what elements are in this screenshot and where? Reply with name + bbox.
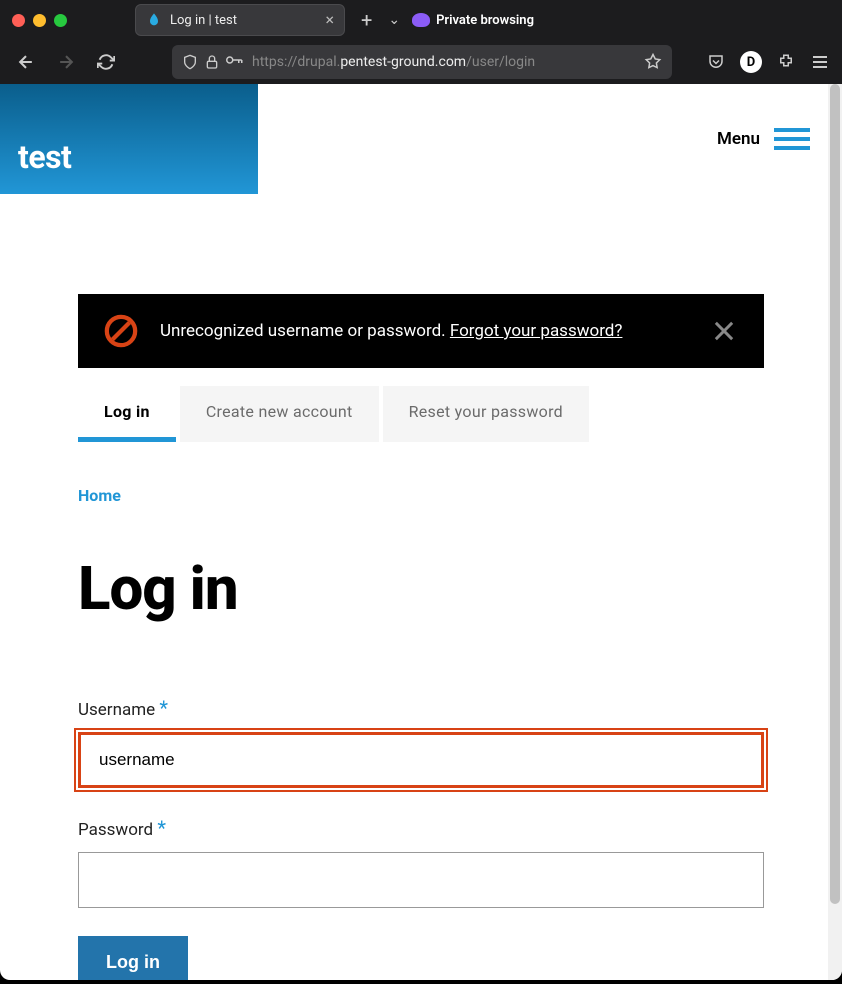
window-close-button[interactable] — [12, 14, 25, 27]
username-input[interactable] — [78, 732, 764, 788]
back-button[interactable] — [12, 48, 40, 76]
shield-icon — [182, 54, 198, 70]
menu-label: Menu — [717, 129, 760, 149]
main-content: Unrecognized username or password. Forgo… — [0, 194, 842, 980]
site-header: test Menu — [0, 84, 842, 194]
username-label: Username * — [78, 696, 764, 720]
app-menu-icon[interactable] — [810, 52, 830, 72]
reload-button[interactable] — [92, 48, 120, 76]
bookmark-star-icon[interactable] — [644, 53, 662, 71]
window-controls: Log in | test × + ⌄ Private browsing — [0, 0, 842, 40]
page-viewport: test Menu Unrecognized username or passw… — [0, 84, 842, 980]
url-text: https://drupal.pentest-ground.com/user/l… — [252, 54, 636, 70]
page-title: Log in — [78, 553, 764, 624]
account-icon[interactable]: D — [740, 51, 762, 73]
scrollbar[interactable] — [828, 84, 842, 980]
window-maximize-button[interactable] — [54, 14, 67, 27]
tab-close-icon[interactable]: × — [325, 12, 334, 28]
login-button[interactable]: Log in — [78, 936, 188, 980]
site-name: test — [18, 138, 71, 176]
private-label: Private browsing — [436, 13, 534, 28]
extensions-icon[interactable] — [776, 52, 796, 72]
browser-tab[interactable]: Log in | test × — [135, 4, 345, 36]
lock-icon — [204, 54, 220, 70]
hamburger-icon[interactable] — [774, 128, 810, 150]
tab-dropdown-icon[interactable]: ⌄ — [388, 12, 400, 28]
window-minimize-button[interactable] — [33, 14, 46, 27]
tab-create-account[interactable]: Create new account — [180, 386, 379, 442]
tab-title: Log in | test — [170, 13, 317, 28]
drupal-icon — [146, 12, 162, 28]
url-bar[interactable]: https://drupal.pentest-ground.com/user/l… — [172, 45, 672, 79]
new-tab-button[interactable]: + — [353, 8, 380, 32]
private-browsing-badge: Private browsing — [412, 13, 534, 28]
tab-reset-password[interactable]: Reset your password — [383, 386, 589, 442]
breadcrumb-home[interactable]: Home — [78, 486, 121, 505]
key-icon — [226, 54, 244, 66]
local-tabs: Log in Create new account Reset your pas… — [78, 386, 764, 442]
forgot-password-link[interactable]: Forgot your password? — [450, 321, 623, 341]
close-icon[interactable] — [710, 317, 738, 345]
tab-login[interactable]: Log in — [78, 386, 176, 442]
error-alert: Unrecognized username or password. Forgo… — [78, 294, 764, 368]
mask-icon — [412, 13, 430, 27]
site-logo[interactable]: test — [0, 84, 258, 194]
password-input[interactable] — [78, 852, 764, 908]
forward-button[interactable] — [52, 48, 80, 76]
alert-message: Unrecognized username or password. Forgo… — [160, 321, 688, 341]
pocket-icon[interactable] — [706, 52, 726, 72]
error-icon — [104, 314, 138, 348]
breadcrumb: Home — [78, 486, 764, 505]
scrollbar-thumb[interactable] — [830, 84, 840, 904]
password-label: Password * — [78, 816, 764, 840]
browser-toolbar: https://drupal.pentest-ground.com/user/l… — [0, 40, 842, 84]
login-form: Username * Password * Log in — [78, 696, 764, 980]
browser-chrome: Log in | test × + ⌄ Private browsing — [0, 0, 842, 84]
